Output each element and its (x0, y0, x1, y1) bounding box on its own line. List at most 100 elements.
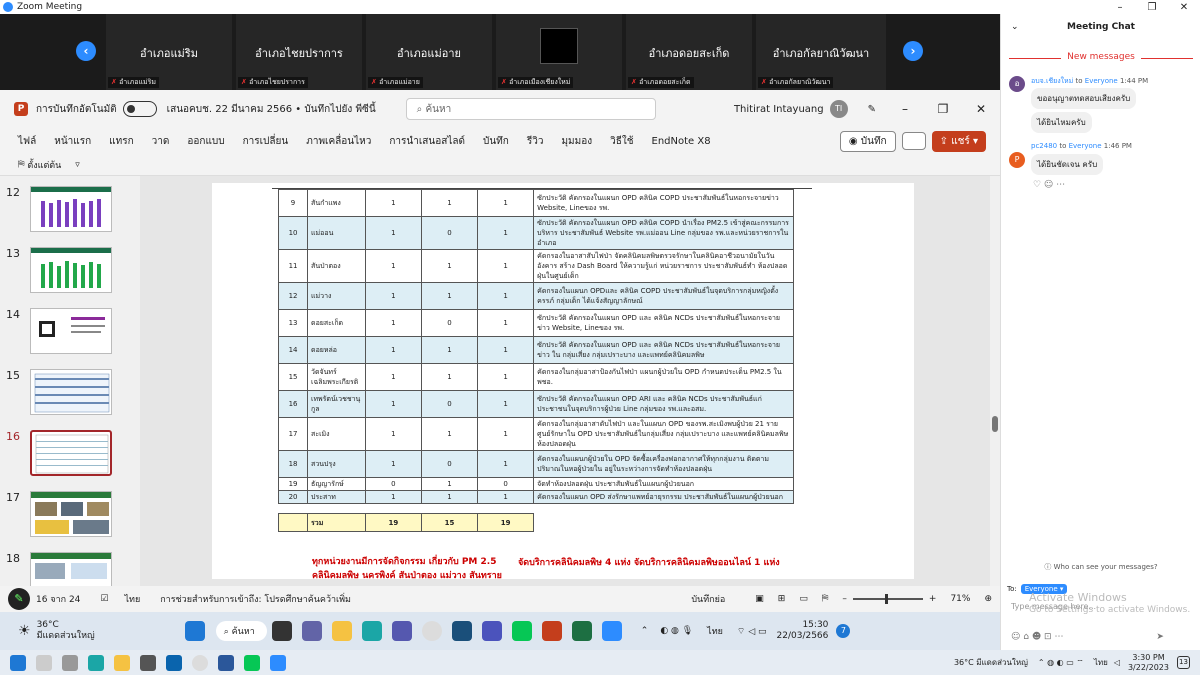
gallery-next-button[interactable]: › (903, 41, 923, 61)
from-beginning-button[interactable]: ตั้งแต่ต้น (27, 158, 61, 172)
tab-help[interactable]: วิธีใช้ (610, 134, 633, 149)
tab-design[interactable]: ออกแบบ (187, 134, 224, 149)
notes-button[interactable]: บันทึกย่อ (691, 592, 725, 606)
ppt-close-button[interactable]: ✕ (962, 102, 1000, 116)
slide-thumb[interactable]: 17 (0, 491, 140, 549)
reading-view-icon[interactable]: ▭ (799, 594, 808, 604)
tab-home[interactable]: หน้าแรก (54, 134, 91, 149)
tab-slideshow[interactable]: การนำเสนอสไลด์ (389, 134, 465, 149)
video-tile[interactable]: อำเภอแม่ริมอำเภอแม่ริม (106, 14, 232, 90)
language-label[interactable]: ไทย (124, 592, 140, 606)
tab-draw[interactable]: วาด (152, 134, 170, 149)
store-icon[interactable] (140, 654, 156, 671)
teams-icon[interactable] (391, 621, 412, 641)
tab-animations[interactable]: ภาพเคลื่อนไหว (306, 134, 371, 149)
chat-toolbar[interactable]: ☺ ⌂ ☻ ⊡ ⋯ ➤ (1011, 632, 1164, 642)
ppt-minimize-button[interactable]: – (886, 102, 924, 116)
tab-endnote[interactable]: EndNote X8 (652, 136, 711, 147)
document-title[interactable]: เสนอคบช. 22 มีนาคม 2566 • บันทึกไปยัง พี… (167, 102, 376, 117)
teams-work-icon[interactable] (481, 621, 502, 641)
record-button[interactable]: ◉ บันทึก (839, 130, 896, 152)
volume-icon[interactable]: ◁ (1114, 658, 1120, 667)
network-icon[interactable]: ⌔ ◁ ▭ (737, 626, 767, 637)
taskbar-language[interactable]: ไทย (1094, 656, 1108, 669)
normal-view-icon[interactable]: ▣ (755, 594, 764, 604)
file-explorer-icon[interactable] (114, 654, 130, 671)
slide-thumb-selected[interactable]: 16 (0, 430, 140, 488)
slideshow-view-icon[interactable]: ⛿ (822, 594, 829, 604)
pen-icon[interactable]: ✎ (8, 588, 30, 610)
word-icon[interactable] (218, 654, 234, 671)
slideshow-icon[interactable]: ⛿ (18, 160, 27, 170)
vertical-scrollbar[interactable] (990, 176, 1000, 586)
taskbar-search[interactable]: ⌕ ค้นหา (215, 621, 267, 641)
ppt-restore-button[interactable]: ❐ (924, 102, 962, 116)
windows-start-icon[interactable] (184, 621, 205, 641)
fit-slide-icon[interactable]: ⊕ (984, 594, 992, 604)
comments-button[interactable] (901, 132, 926, 150)
video-tile[interactable]: อำเภอกัลยาณิวัฒนาอำเภอกัลยาณิวัฒนา (756, 14, 886, 90)
powerpoint-taskbar-icon[interactable] (541, 621, 562, 641)
line-icon[interactable] (244, 654, 260, 671)
video-tile[interactable]: อำเภอเมืองเชียงใหม่ (496, 14, 622, 90)
pen-icon[interactable]: ✎ (868, 104, 876, 115)
send-icon[interactable]: ➤ (1156, 632, 1164, 642)
spellcheck-icon[interactable]: ☑ (100, 594, 108, 604)
scrollbar-thumb[interactable] (992, 416, 998, 432)
search-box[interactable]: ⌕ ค้นหา (405, 98, 656, 120)
notification-badge[interactable]: 13 (1177, 656, 1190, 669)
edge-icon[interactable] (88, 654, 104, 671)
tab-review[interactable]: รีวิว (527, 134, 544, 149)
tab-view[interactable]: มุมมอง (561, 134, 592, 149)
chrome-icon[interactable] (192, 654, 208, 671)
taskbar-language[interactable]: ไทย (707, 624, 723, 638)
weather-widget[interactable]: 36°C มีแดดส่วนใหญ่ (954, 656, 1028, 669)
share-button[interactable]: ⇪ แชร์ ▾ (931, 130, 986, 152)
teams-chat-icon[interactable] (301, 621, 322, 641)
task-view-icon[interactable] (271, 621, 292, 641)
autosave-toggle[interactable] (122, 101, 157, 117)
file-explorer-icon[interactable] (331, 621, 352, 641)
accessibility-label[interactable]: การช่วยสำหรับการเข้าถึง: โปรดศึกษาค้นคว้… (160, 592, 351, 606)
chevron-down-icon[interactable]: ▿ (75, 160, 80, 170)
slide-thumb[interactable]: 18 (0, 552, 140, 586)
task-view-icon[interactable] (62, 654, 78, 671)
zoom-level[interactable]: 71% (950, 594, 970, 604)
edge-icon[interactable] (361, 621, 382, 641)
message-input[interactable]: Type message here... (1011, 602, 1096, 611)
webex-icon[interactable] (451, 621, 472, 641)
tray-icons[interactable]: ⌃ ◍ ◐ ▭ ⌔ (1038, 658, 1084, 668)
zoom-out-icon[interactable]: – (842, 594, 847, 604)
notification-badge[interactable]: 7 (836, 624, 851, 638)
slide-thumb[interactable]: 12 (0, 186, 140, 244)
excel-icon[interactable] (571, 621, 592, 641)
maximize-button[interactable]: ❐ (1136, 2, 1168, 13)
mail-icon[interactable] (166, 654, 182, 671)
tab-transitions[interactable]: การเปลี่ยน (243, 134, 289, 149)
minimize-button[interactable]: – (1104, 2, 1136, 13)
tab-file[interactable]: ไฟล์ (18, 134, 36, 149)
slide-thumb[interactable]: 15 (0, 369, 140, 427)
line-icon[interactable] (511, 621, 532, 641)
video-tile[interactable]: อำเภอแม่อายอำเภอแม่อาย (366, 14, 492, 90)
reaction-icons[interactable]: ♡ ☺ ⋯ (1033, 180, 1065, 190)
zoom-in-icon[interactable]: + (929, 594, 937, 604)
video-tile[interactable]: อำเภอดอยสะเก็ดอำเภอดอยสะเก็ด (626, 14, 752, 90)
tab-insert[interactable]: แทรก (109, 134, 133, 149)
tray-chevron-icon[interactable]: ⌃ (641, 626, 649, 636)
slide-thumb[interactable]: 13 (0, 247, 140, 305)
slide[interactable]: 9 สันกำแพง 1 1 1 ซักประวัติ คัดกรองในแผนก OPD… (212, 183, 914, 579)
zoom-slider[interactable] (852, 594, 923, 604)
user-avatar[interactable]: TI (829, 100, 848, 118)
tab-record[interactable]: บันทึก (483, 134, 509, 149)
windows-start-icon[interactable] (10, 654, 26, 671)
tray-icons[interactable]: ◐ ◍ 🎙 (660, 626, 693, 636)
zoom-taskbar-icon[interactable] (601, 621, 622, 641)
slide-sorter-icon[interactable]: ⊞ (778, 594, 786, 604)
chrome-icon[interactable] (421, 621, 442, 641)
search-icon[interactable] (36, 654, 52, 671)
gallery-prev-button[interactable]: ‹ (76, 41, 96, 61)
slide-thumb[interactable]: 14 (0, 308, 140, 366)
close-button[interactable]: ✕ (1168, 2, 1200, 13)
who-can-see-link[interactable]: ⓘ Who can see your messages? (1001, 562, 1200, 572)
